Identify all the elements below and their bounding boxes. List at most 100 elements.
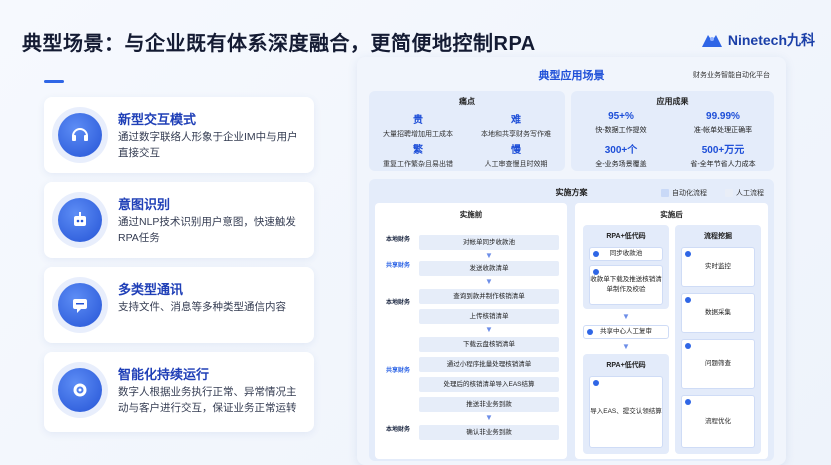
pain-points-box: 痛点 贵 大量招聘增加用工成本 难 本地和共享财务写作难 繁 重复工作繁杂且易出… [369, 91, 565, 171]
title-accent-line [44, 80, 64, 83]
role-label: 共享财务 [385, 368, 410, 374]
mining-card: 实时监控 [681, 247, 755, 287]
logo-text: Ninetech九科 [727, 32, 815, 48]
pain-point-key: 贵 [413, 115, 423, 126]
rpa-head: RPA+低代码 [606, 362, 646, 369]
result-item: 99.99% 准-帐单处理正确率 [673, 111, 773, 135]
role-label: 本地财务 [385, 300, 410, 306]
legend-manual-label: 人工流程 [736, 190, 764, 197]
process-step: 处理后的核销清单导入EAS结算 [419, 377, 559, 392]
status-dot [593, 380, 599, 386]
pain-point-value: 大量招聘增加用工成本 [383, 131, 453, 138]
role-label: 本地财务 [385, 237, 410, 243]
page-title: 典型场景：与企业既有体系深度融合，更简便地控制RPA [22, 33, 536, 55]
rpa-card: 收款单下载及推送核销清单制作及校验 [589, 265, 663, 305]
rpa-lowcode-group-2: RPA+低代码 导入EAS、提交认领结算 [583, 354, 669, 454]
result-value: 300+个 [604, 145, 638, 156]
pain-point-value: 人工审查慢且时效期 [484, 161, 548, 168]
legend-swatch-manual [725, 189, 733, 197]
rpa-head: RPA+低代码 [606, 233, 646, 240]
result-label: 快-数据工作提效 [595, 127, 647, 134]
panel-subtitle: 财务业务智能自动化平台 [693, 72, 770, 79]
feature-desc: 数字人根据业务执行正常、异常情况主动与客户进行交互，保证业务正常运转 [118, 386, 297, 414]
feature-title: 新型交互模式 [118, 112, 197, 127]
results-head: 应用成果 [656, 97, 689, 106]
result-value: 99.99% [706, 111, 740, 122]
status-dot [593, 269, 599, 275]
manual-review-label: 共享中心人工复审 [600, 328, 652, 335]
rpa-card: 导入EAS、提交认领结算 [589, 376, 663, 448]
legend-auto-label: 自动化流程 [672, 190, 707, 197]
headset-icon [58, 113, 102, 157]
mining-card: 数据采集 [681, 293, 755, 333]
role-label: 本地财务 [385, 427, 410, 433]
before-column: 实施前 本地财务 对帐单同步收款池 ▼ 共享财务 发送收款清单 ▼ 本地财务 查… [375, 203, 567, 459]
result-item: 500+万元 省-全年节省人力成本 [673, 141, 773, 169]
feature-desc: 支持文件、消息等多种类型通信内容 [118, 301, 286, 313]
after-head: 实施后 [660, 210, 683, 219]
feature-desc: 通过数字联络人形象于企业IM中与用户直接交互 [118, 131, 298, 159]
down-arrow-icon: ▼ [485, 251, 493, 260]
process-step: 查询到款并制作核销清单 [419, 289, 559, 304]
pain-point: 贵 大量招聘增加用工成本 [363, 111, 473, 139]
chat-icon [58, 283, 102, 327]
feature-card-interaction: 新型交互模式 通过数字联络人形象于企业IM中与用户直接交互 [44, 97, 314, 173]
process-mining-group: 流程挖掘 实时监控 数据采集 问题筛查 流程优化 [675, 225, 761, 454]
process-step: 对帐单同步收款池 [419, 235, 559, 250]
mining-card-label: 问题筛查 [705, 360, 731, 367]
pain-point-key: 难 [511, 115, 521, 126]
rpa-card-label: 同步收款池 [609, 250, 643, 257]
pain-point: 难 本地和共享财务写作难 [461, 111, 571, 139]
status-dot [593, 251, 599, 257]
feature-card-intent: 意图识别 通过NLP技术识别用户意图，快速触发RPA任务 [44, 182, 314, 258]
solution-head: 实施方案 [555, 188, 588, 197]
mining-card-label: 数据采集 [705, 309, 731, 316]
process-step: 推送非业务到款 [419, 397, 559, 412]
rpa-card-label: 收款单下载及推送核销清单制作及校验 [590, 276, 662, 293]
process-mining-head: 流程挖掘 [704, 233, 732, 240]
status-dot [685, 251, 691, 257]
status-dot [685, 343, 691, 349]
down-arrow-icon: ▼ [485, 413, 493, 422]
legend-auto: 自动化流程 [661, 188, 707, 198]
result-value: 500+万元 [701, 145, 745, 156]
result-label: 准-帐单处理正确率 [693, 127, 753, 134]
down-arrow-icon: ▼ [622, 342, 630, 351]
application-scenario-panel: 典型应用场景 财务业务智能自动化平台 痛点 贵 大量招聘增加用工成本 难 本地和… [357, 57, 786, 465]
legend-swatch-auto [661, 189, 669, 197]
down-arrow-icon: ▼ [622, 312, 630, 321]
process-step: 通过小程序批量处理核销清单 [419, 357, 559, 372]
result-label: 全-业务场景覆盖 [595, 161, 647, 168]
before-head: 实施前 [459, 210, 483, 219]
feature-title: 意图识别 [118, 197, 171, 212]
rpa-lowcode-group: RPA+低代码 同步收款池 收款单下载及推送核销清单制作及校验 [583, 225, 669, 309]
feature-card-continuous: 智能化持续运行 数字人根据业务执行正常、异常情况主动与客户进行交互，保证业务正常… [44, 352, 314, 432]
down-arrow-icon: ▼ [485, 277, 493, 286]
role-label: 共享财务 [385, 263, 410, 269]
process-step: 发送收款清单 [419, 261, 559, 276]
mining-card: 问题筛查 [681, 339, 755, 389]
legend-manual: 人工流程 [725, 188, 764, 198]
pain-points-head: 痛点 [459, 97, 475, 106]
logo-icon [701, 35, 722, 47]
pain-point-key: 慢 [511, 145, 521, 156]
process-step: 上传核销清单 [419, 309, 559, 324]
feature-card-messaging: 多类型通讯 支持文件、消息等多种类型通信内容 [44, 267, 314, 343]
status-dot [587, 329, 593, 335]
status-dot [685, 399, 691, 405]
feature-title: 智能化持续运行 [118, 367, 210, 382]
robot-icon [58, 198, 102, 242]
gear-icon [58, 368, 102, 412]
pain-point-value: 本地和共享财务写作难 [481, 131, 551, 138]
status-dot [685, 297, 691, 303]
pain-point: 慢 人工审查慢且时效期 [461, 141, 571, 169]
manual-review-card: 共享中心人工复审 [583, 325, 669, 339]
brand-logo: Ninetech九科 [700, 30, 815, 50]
rpa-card: 同步收款池 [589, 247, 663, 261]
pain-point-value: 重复工作繁杂且易出错 [383, 161, 453, 168]
feature-desc: 通过NLP技术识别用户意图，快速触发RPA任务 [118, 216, 296, 244]
down-arrow-icon: ▼ [485, 325, 493, 334]
rpa-card-label: 导入EAS、提交认领结算 [590, 408, 662, 415]
results-box: 应用成果 95+% 快-数据工作提效 99.99% 准-帐单处理正确率 300+… [571, 91, 774, 171]
feature-title: 多类型通讯 [118, 282, 184, 297]
